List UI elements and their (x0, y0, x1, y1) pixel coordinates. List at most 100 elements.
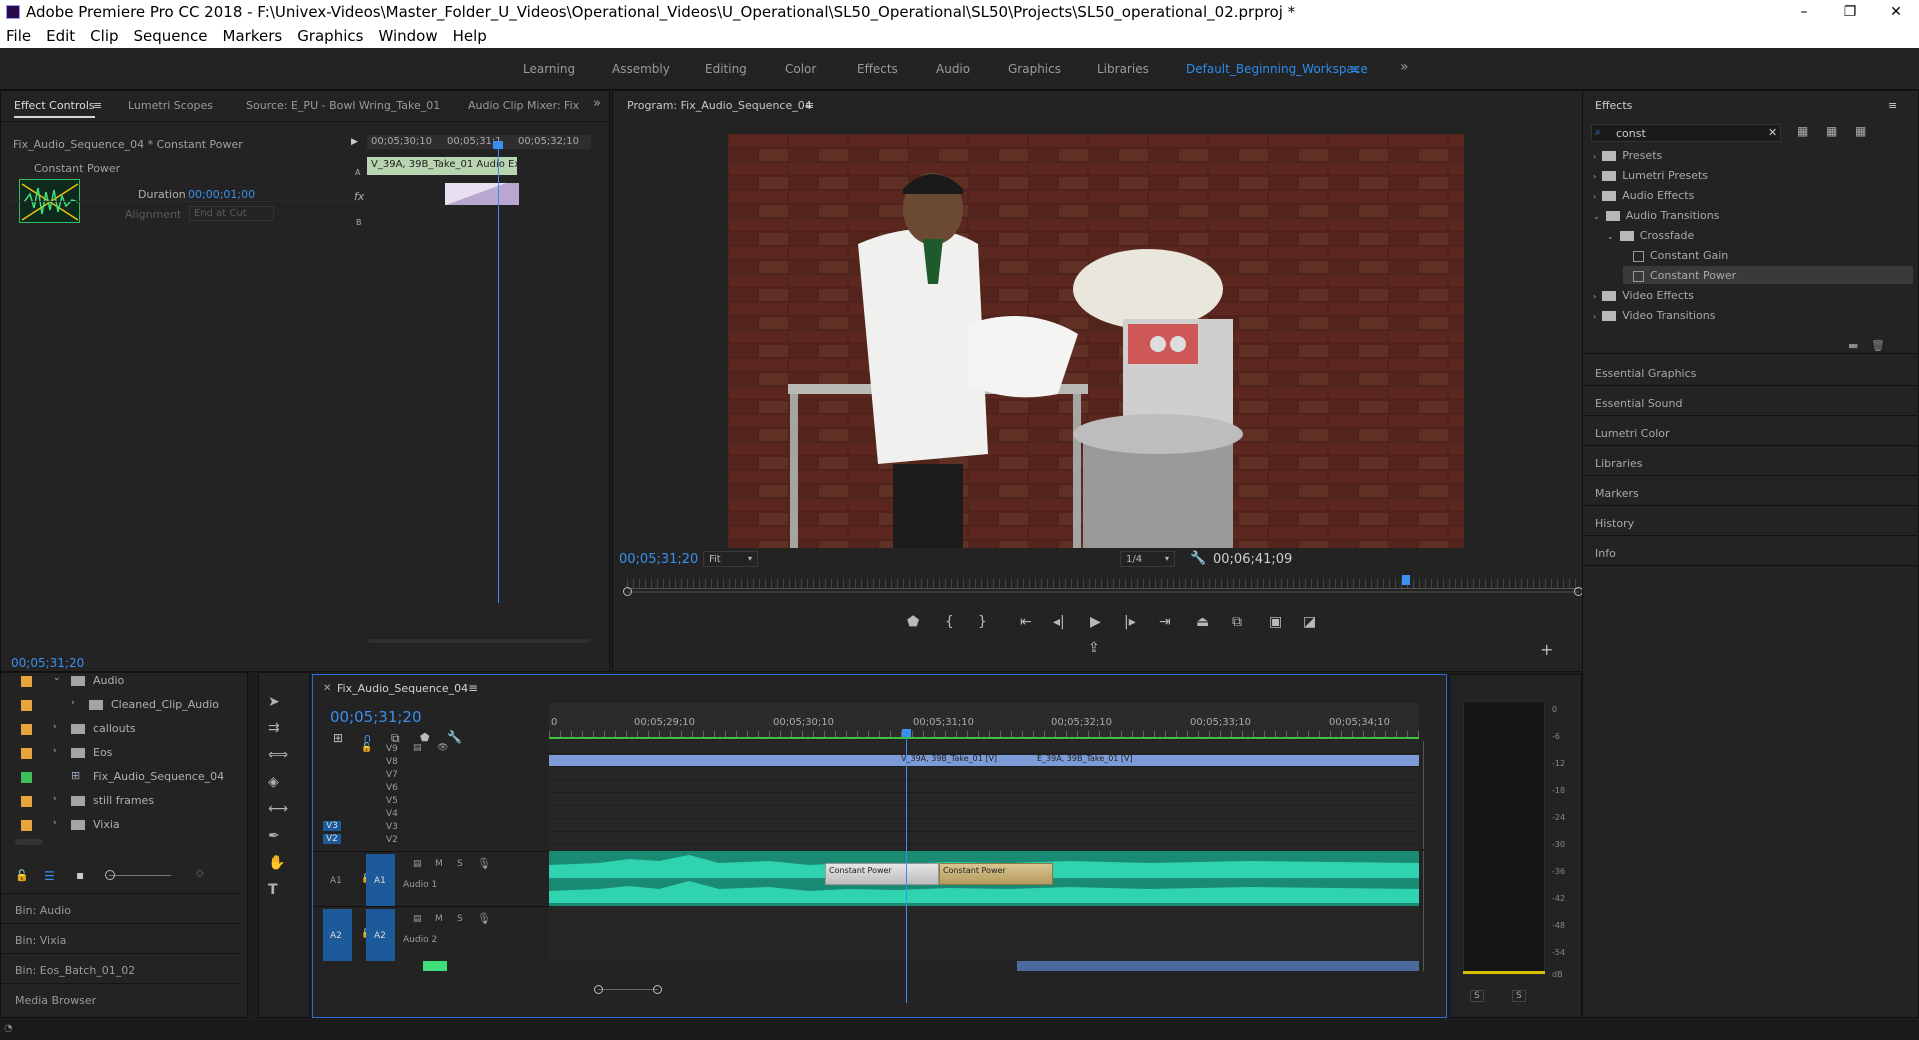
alignment-dropdown[interactable]: End at Cut (189, 206, 274, 221)
mute-button[interactable]: M (435, 859, 443, 869)
go-to-in-icon[interactable]: ⇤ (1020, 614, 1032, 630)
source-patch-a1[interactable]: A1 (330, 876, 342, 886)
tree-item-presets[interactable]: › Presets (1593, 149, 1662, 162)
sequence-tab[interactable]: Fix_Audio_Sequence_04 (337, 682, 468, 695)
new-bin-icon[interactable]: ▬ (1848, 339, 1858, 352)
tree-item-audio-effects[interactable]: › Audio Effects (1593, 189, 1694, 202)
eye-icon[interactable]: 👁 (437, 743, 448, 753)
program-timecode[interactable]: 00;05;31;20 (619, 552, 698, 567)
sequence-menu-icon[interactable]: ≡ (468, 681, 478, 695)
tree-item-audio-transitions[interactable]: ⌄ Audio Transitions (1593, 209, 1719, 222)
project-item-fix-audio-sequence[interactable]: ⊞ Fix_Audio_Sequence_04 (15, 769, 230, 787)
razor-tool-icon[interactable]: ◈ (268, 774, 279, 790)
solo-button[interactable]: S (457, 859, 463, 869)
workspace-color[interactable]: Color (785, 62, 816, 76)
panel-essential-graphics[interactable]: Essential Graphics (1595, 367, 1696, 380)
panel-overflow-icon[interactable]: » (593, 96, 601, 111)
panel-history[interactable]: History (1595, 517, 1634, 530)
track-target-a1[interactable]: A1 (366, 854, 395, 906)
expand-arrow-icon[interactable]: ▶ (351, 137, 358, 147)
audio-clip-a3[interactable] (1017, 961, 1419, 971)
video-clip-2[interactable]: E_39A, 39B_Take_01 [V] (1037, 754, 1133, 763)
solo-right-button[interactable]: S (1512, 990, 1526, 1002)
extract-icon[interactable]: ⧉ (1232, 614, 1242, 630)
zoom-slider-handle[interactable] (105, 870, 115, 880)
video-clip-1[interactable]: V_39A, 39B_Take_01 [V] (901, 754, 997, 763)
workspace-assembly[interactable]: Assembly (612, 62, 670, 76)
duration-value[interactable]: 00;00;01;00 (188, 188, 255, 201)
menu-file[interactable]: File (6, 27, 31, 45)
workspace-overflow-icon[interactable]: » (1400, 59, 1409, 75)
tab-source[interactable]: Source: E_PU - Bowl Wring_Take_01 (246, 99, 440, 112)
yuv-effects-icon[interactable]: ▦ (1855, 124, 1866, 138)
track-select-tool-icon[interactable]: ⇉ (268, 720, 280, 736)
sync-lock-icon[interactable]: ▤ (413, 743, 422, 753)
workspace-menu-icon[interactable]: ≡ (1350, 62, 1360, 76)
timeline-horizontal-scrollbar[interactable] (598, 989, 658, 990)
project-item-cleaned-clip-audio[interactable]: › Cleaned_Clip_Audio (15, 697, 230, 715)
minimize-button[interactable]: – (1781, 4, 1827, 20)
menu-graphics[interactable]: Graphics (297, 27, 363, 45)
32bit-effects-icon[interactable]: ▦ (1826, 124, 1837, 138)
go-to-out-icon[interactable]: ⇥ (1159, 614, 1171, 630)
effects-panel-title[interactable]: Effects (1595, 99, 1632, 112)
workspace-libraries[interactable]: Libraries (1097, 62, 1149, 76)
slip-tool-icon[interactable]: ⟷ (268, 801, 288, 817)
sync-lock-icon[interactable]: ▤ (413, 859, 422, 869)
project-item-callouts[interactable]: › callouts (15, 721, 230, 739)
menu-edit[interactable]: Edit (46, 27, 75, 45)
timeline-playhead[interactable] (906, 733, 907, 1003)
h-scroll-handle-left[interactable] (594, 985, 603, 994)
menu-markers[interactable]: Markers (223, 27, 283, 45)
sync-lock-icon[interactable]: ▤ (413, 914, 422, 924)
project-scrollbar[interactable] (15, 839, 43, 845)
tab-audio-clip-mixer[interactable]: Audio Clip Mixer: Fix (468, 99, 579, 112)
workspace-learning[interactable]: Learning (523, 62, 575, 76)
source-patch-v2[interactable]: V2 (323, 834, 341, 844)
work-area-bar[interactable] (549, 737, 1419, 739)
project-item-audio[interactable]: ⌄ Audio (15, 673, 230, 691)
accelerated-effects-icon[interactable]: ▦ (1797, 124, 1808, 138)
wrench-icon[interactable]: 🔧 (1190, 551, 1206, 566)
timeline-timecode[interactable]: 00;05;31;20 (330, 708, 422, 726)
bin-vixia[interactable]: Bin: Vixia (1, 923, 241, 953)
audio-track-area-a2[interactable] (549, 906, 1419, 961)
clear-search-icon[interactable]: ✕ (1768, 126, 1777, 139)
tree-item-crossfade[interactable]: ⌄ Crossfade (1607, 229, 1694, 242)
close-button[interactable]: ✕ (1873, 4, 1919, 20)
hand-tool-icon[interactable]: ✋ (268, 855, 285, 871)
panel-info[interactable]: Info (1595, 547, 1616, 560)
zoom-slider[interactable] (109, 875, 171, 876)
tree-item-video-transitions[interactable]: › Video Transitions (1593, 309, 1715, 322)
program-scrub-bar[interactable] (627, 579, 1579, 589)
timeline-ruler[interactable]: 0 00;05;29;10 00;05;30;10 00;05;31;10 00… (549, 703, 1419, 739)
step-forward-icon[interactable]: |▸ (1124, 614, 1136, 630)
audio-clip-a1[interactable]: Constant Power Constant Power (549, 851, 1419, 906)
project-item-still-frames[interactable]: › still frames (15, 793, 230, 811)
maximize-button[interactable]: ❐ (1827, 4, 1873, 20)
microphone-icon[interactable]: 🎙 (477, 857, 491, 870)
program-playhead[interactable] (1402, 575, 1410, 585)
mini-clip[interactable]: V_39A, 39B_Take_01 Audio Ex (367, 157, 517, 175)
program-monitor-title[interactable]: Program: Fix_Audio_Sequence_04 (627, 99, 812, 112)
audio-vertical-scrollbar[interactable] (1423, 851, 1431, 971)
step-back-icon[interactable]: ◂| (1053, 614, 1065, 630)
mini-transition[interactable] (445, 183, 519, 205)
list-view-icon[interactable]: ☰ (44, 869, 55, 883)
transition-constant-power-1[interactable]: Constant Power (825, 863, 939, 885)
menu-window[interactable]: Window (378, 27, 437, 45)
bin-eos-batch[interactable]: Bin: Eos_Batch_01_02 (1, 953, 241, 983)
menu-help[interactable]: Help (453, 27, 487, 45)
video-vertical-scrollbar[interactable] (1423, 741, 1431, 849)
effect-controls-timecode[interactable]: 00;05;31;20 (11, 656, 84, 670)
tree-item-constant-power[interactable]: Constant Power (1633, 269, 1736, 282)
tab-effect-controls[interactable]: Effect Controls (14, 99, 95, 118)
selection-tool-icon[interactable]: ➤ (268, 694, 280, 710)
bin-audio[interactable]: Bin: Audio (1, 893, 241, 923)
play-icon[interactable]: ▶ (1090, 614, 1101, 630)
mark-in-icon[interactable]: { (945, 614, 954, 630)
mini-playhead[interactable] (498, 143, 499, 603)
tree-item-constant-gain[interactable]: Constant Gain (1633, 249, 1728, 262)
icon-view-icon[interactable]: ▪ (76, 868, 84, 882)
source-patch-a2[interactable]: A2 (323, 909, 352, 961)
